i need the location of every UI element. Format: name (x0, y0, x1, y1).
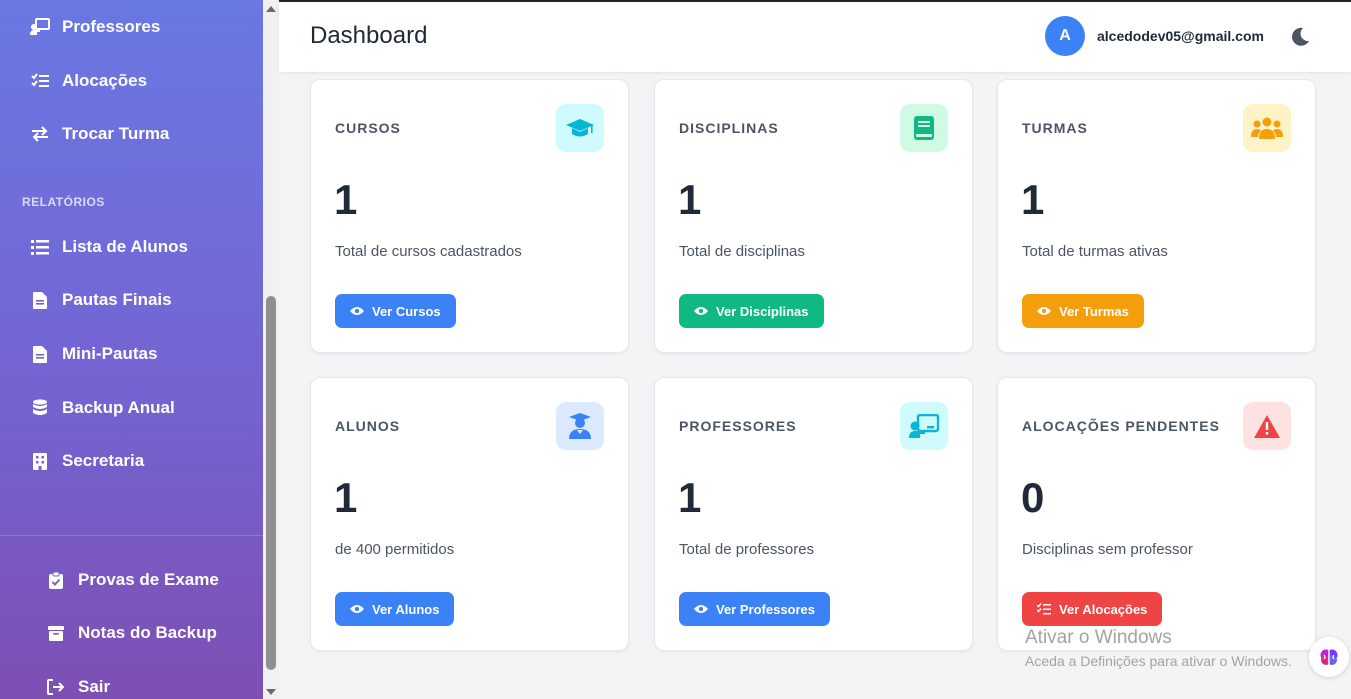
sidebar-item-pautas-finais[interactable]: Pautas Finais (0, 280, 263, 320)
sidebar-item-alocacoes[interactable]: Alocações (0, 61, 263, 101)
sidebar-item-provas-de-exame[interactable]: Provas de Exame (0, 560, 263, 600)
card-alunos: ALUNOS 1 de 400 permitidos Ver Alunos (310, 377, 629, 651)
button-label: Ver Cursos (372, 303, 441, 319)
card-value: 0 (1021, 474, 1045, 521)
ver-alocacoes-button[interactable]: Ver Alocações (1022, 592, 1163, 626)
sidebar-item-label: Sair (78, 677, 111, 696)
archive-icon (46, 623, 66, 643)
sidebar: Professores Alocações Trocar Turma RELAT… (0, 0, 263, 699)
avatar[interactable]: A (1045, 16, 1085, 56)
card-title: PROFESSORES (679, 418, 797, 434)
card-description: Disciplinas sem professor (1022, 541, 1193, 558)
sidebar-section-title: RELATÓRIOS (22, 195, 105, 209)
card-title: DISCIPLINAS (679, 120, 779, 136)
sidebar-item-label: Backup Anual (62, 398, 175, 417)
scroll-down-arrow-icon[interactable] (266, 689, 276, 695)
eye-icon (694, 605, 708, 613)
sidebar-divider (0, 535, 263, 536)
card-value: 1 (678, 474, 702, 521)
exchange-icon (30, 124, 50, 144)
card-value: 1 (678, 176, 702, 223)
scrollbar-thumb[interactable] (266, 296, 276, 670)
card-title: ALOCAÇÕES PENDENTES (1022, 418, 1220, 434)
sidebar-item-professores[interactable]: Professores (0, 7, 263, 47)
card-title: ALUNOS (335, 418, 401, 434)
eye-icon (350, 605, 364, 613)
eye-icon (350, 307, 364, 315)
clipboard-check-icon (46, 570, 66, 590)
database-icon (30, 398, 50, 418)
sidebar-item-sair[interactable]: Sair (0, 667, 263, 699)
button-label: Ver Alocações (1059, 601, 1148, 617)
card-description: Total de cursos cadastrados (335, 243, 522, 260)
card-description: de 400 permitidos (335, 541, 455, 558)
ver-disciplinas-button[interactable]: Ver Disciplinas (679, 294, 824, 328)
sidebar-item-trocar-turma[interactable]: Trocar Turma (0, 114, 263, 154)
sidebar-scrollbar[interactable] (263, 0, 279, 699)
page-title: Dashboard (310, 22, 428, 49)
card-title: CURSOS (335, 120, 401, 136)
card-value: 1 (334, 474, 358, 521)
eye-icon (694, 307, 708, 315)
ver-cursos-button[interactable]: Ver Cursos (335, 294, 456, 328)
user-graduate-icon (556, 402, 604, 450)
warning-icon (1243, 402, 1291, 450)
card-description: Total de turmas ativas (1022, 243, 1168, 260)
file-alt-icon (30, 344, 50, 364)
sidebar-item-label: Provas de Exame (78, 570, 219, 589)
ver-turmas-button[interactable]: Ver Turmas (1022, 294, 1144, 328)
button-label: Ver Alunos (372, 601, 440, 617)
button-label: Ver Turmas (1059, 303, 1129, 319)
ver-alunos-button[interactable]: Ver Alunos (335, 592, 455, 626)
list-check-icon (1037, 603, 1051, 615)
sidebar-item-label: Secretaria (62, 451, 145, 470)
activation-watermark-text: Aceda a Definições para ativar o Windows… (1025, 653, 1292, 669)
card-description: Total de disciplinas (679, 243, 805, 260)
sidebar-item-secretaria[interactable]: Secretaria (0, 441, 263, 481)
brain-icon[interactable] (1309, 637, 1349, 677)
sidebar-item-notas-do-backup[interactable]: Notas do Backup (0, 613, 263, 653)
list-check-icon (30, 71, 50, 91)
user-email: alcedodev05@gmail.com (1097, 28, 1264, 44)
file-icon (30, 290, 50, 310)
list-icon (30, 237, 50, 257)
book-icon (900, 104, 948, 152)
graduation-cap-icon (556, 104, 604, 152)
card-alocacoes-pendentes: ALOCAÇÕES PENDENTES 0 Disciplinas sem pr… (997, 377, 1316, 651)
sidebar-item-label: Lista de Alunos (62, 237, 188, 256)
sidebar-item-backup-anual[interactable]: Backup Anual (0, 388, 263, 428)
card-turmas: TURMAS 1 Total de turmas ativas Ver Turm… (997, 79, 1316, 353)
sidebar-item-mini-pautas[interactable]: Mini-Pautas (0, 334, 263, 374)
card-disciplinas: DISCIPLINAS 1 Total de disciplinas Ver D… (654, 79, 973, 353)
scroll-up-arrow-icon[interactable] (266, 6, 276, 12)
card-value: 1 (334, 176, 358, 223)
chalkboard-teacher-icon (900, 402, 948, 450)
eye-icon (1037, 307, 1051, 315)
sidebar-item-label: Pautas Finais (62, 290, 172, 309)
chalkboard-teacher-icon (30, 17, 50, 37)
moon-icon[interactable] (1289, 26, 1311, 48)
card-cursos: CURSOS 1 Total de cursos cadastrados Ver… (310, 79, 629, 353)
sidebar-item-label: Professores (62, 17, 161, 36)
card-professores: PROFESSORES 1 Total de professores Ver P… (654, 377, 973, 651)
sidebar-item-lista-de-alunos[interactable]: Lista de Alunos (0, 227, 263, 267)
card-value: 1 (1021, 176, 1045, 223)
activation-watermark-title: Ativar o Windows (1025, 627, 1172, 648)
sidebar-item-label: Alocações (62, 71, 148, 90)
button-label: Ver Disciplinas (716, 303, 809, 319)
users-icon (1243, 104, 1291, 152)
card-title: TURMAS (1022, 120, 1088, 136)
sidebar-item-label: Mini-Pautas (62, 344, 158, 363)
top-header: Dashboard A alcedodev05@gmail.com (279, 0, 1351, 72)
building-icon (30, 451, 50, 471)
button-label: Ver Professores (716, 601, 816, 617)
sign-out-icon (46, 677, 66, 697)
ver-professores-button[interactable]: Ver Professores (679, 592, 831, 626)
card-description: Total de professores (679, 541, 815, 558)
sidebar-item-label: Trocar Turma (62, 124, 170, 143)
sidebar-item-label: Notas do Backup (78, 623, 217, 642)
